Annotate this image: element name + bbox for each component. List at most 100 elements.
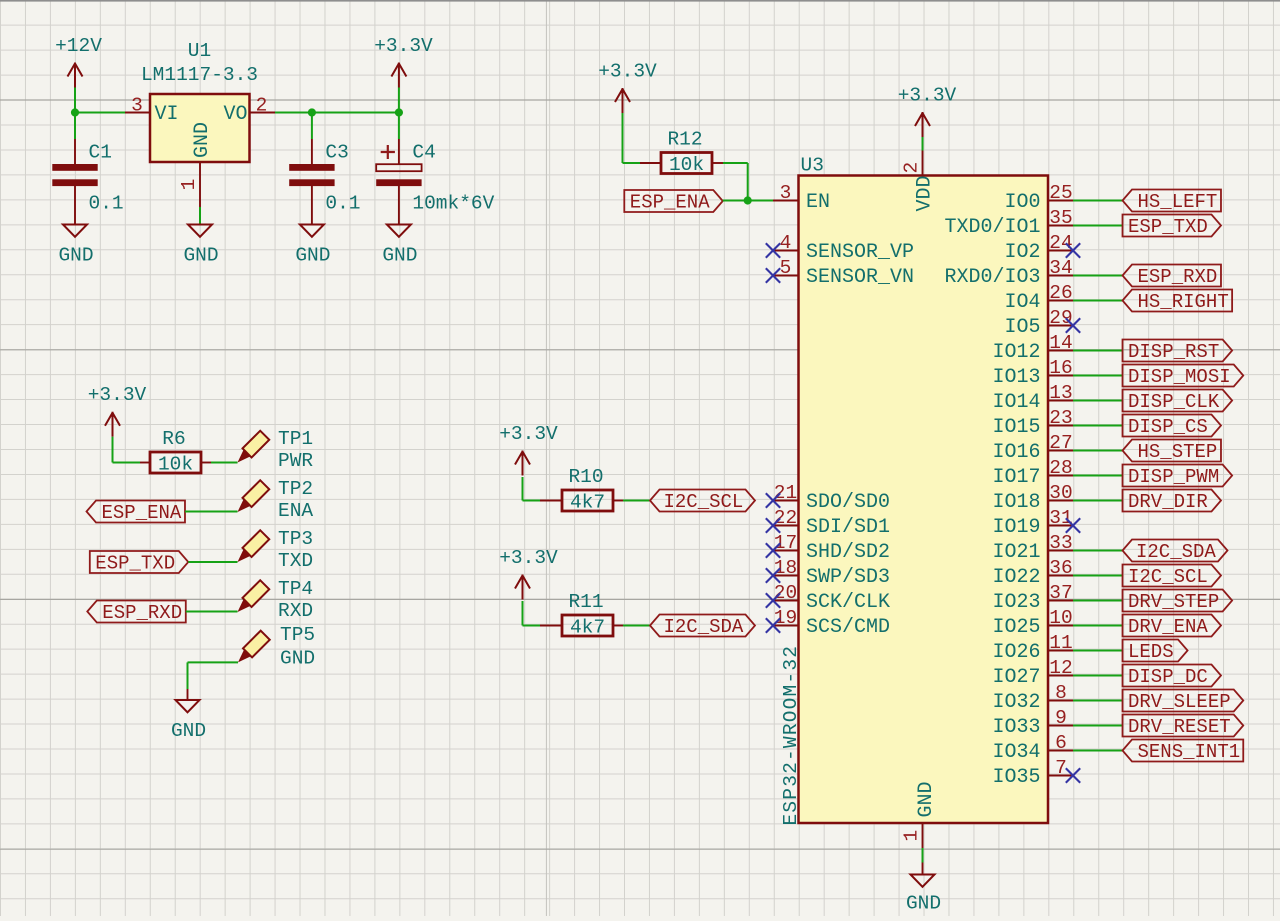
svg-text:4: 4 [780, 232, 792, 254]
svg-text:R11: R11 [568, 591, 603, 613]
svg-text:+12V: +12V [55, 35, 102, 57]
svg-text:GND: GND [280, 647, 315, 669]
svg-text:+3.3V: +3.3V [898, 85, 957, 107]
svg-text:IO16: IO16 [992, 441, 1040, 464]
svg-text:4k7: 4k7 [570, 491, 605, 513]
svg-text:R10: R10 [568, 466, 603, 488]
svg-text:TP5: TP5 [280, 624, 315, 646]
svg-text:GND: GND [58, 245, 93, 267]
svg-text:7: 7 [1055, 757, 1067, 779]
svg-text:DISP_RST: DISP_RST [1128, 341, 1219, 363]
svg-text:12: 12 [1049, 657, 1072, 679]
svg-text:SENS_INT1: SENS_INT1 [1138, 741, 1241, 763]
svg-text:SCS/CMD: SCS/CMD [806, 616, 890, 639]
svg-text:11: 11 [1049, 632, 1072, 654]
svg-text:C4: C4 [412, 141, 435, 163]
svg-text:IO12: IO12 [992, 341, 1040, 364]
svg-text:EN: EN [806, 191, 830, 214]
svg-text:SENSOR_VP: SENSOR_VP [806, 241, 914, 264]
svg-text:I2C_SCL: I2C_SCL [1128, 566, 1208, 588]
svg-text:0.1: 0.1 [89, 193, 124, 215]
svg-text:GND: GND [295, 245, 330, 267]
svg-text:TXD: TXD [278, 550, 313, 572]
svg-text:+3.3V: +3.3V [598, 61, 657, 83]
svg-text:+3.3V: +3.3V [499, 423, 558, 445]
svg-text:HS_RIGHT: HS_RIGHT [1138, 291, 1229, 313]
svg-text:26: 26 [1049, 282, 1072, 304]
svg-text:IO21: IO21 [992, 541, 1040, 564]
svg-text:36: 36 [1049, 557, 1072, 579]
svg-text:ESP32-WROOM-32: ESP32-WROOM-32 [780, 645, 802, 826]
svg-text:IO4: IO4 [1004, 291, 1040, 314]
svg-text:4k7: 4k7 [570, 616, 605, 638]
svg-text:IO19: IO19 [992, 516, 1040, 539]
svg-text:29: 29 [1049, 307, 1072, 329]
svg-text:IO18: IO18 [992, 491, 1040, 514]
svg-text:DRV_STEP: DRV_STEP [1128, 591, 1219, 613]
svg-text:2: 2 [256, 95, 268, 117]
svg-text:33: 33 [1049, 532, 1072, 554]
svg-text:3: 3 [780, 182, 792, 204]
svg-text:ESP_ENA: ESP_ENA [630, 192, 710, 214]
svg-text:6: 6 [1055, 732, 1067, 754]
svg-text:17: 17 [774, 532, 797, 554]
svg-text:1: 1 [901, 830, 923, 842]
svg-text:+3.3V: +3.3V [374, 35, 433, 57]
svg-text:10: 10 [1049, 607, 1072, 629]
svg-text:DISP_PWM: DISP_PWM [1128, 466, 1219, 488]
svg-text:0.1: 0.1 [325, 193, 360, 215]
svg-text:IO26: IO26 [992, 641, 1040, 664]
svg-text:DRV_ENA: DRV_ENA [1128, 616, 1208, 638]
svg-text:C3: C3 [325, 141, 348, 163]
svg-text:PWR: PWR [278, 450, 313, 472]
svg-text:IO2: IO2 [1004, 241, 1040, 264]
svg-text:U3: U3 [801, 155, 824, 177]
svg-text:23: 23 [1049, 407, 1072, 429]
svg-text:DISP_DC: DISP_DC [1128, 666, 1208, 688]
svg-text:LEDS: LEDS [1128, 641, 1174, 663]
svg-text:24: 24 [1049, 232, 1072, 254]
svg-text:20: 20 [774, 582, 797, 604]
svg-text:GND: GND [915, 781, 938, 817]
svg-text:R6: R6 [162, 428, 185, 450]
svg-text:VO: VO [223, 103, 247, 126]
svg-text:IO13: IO13 [992, 366, 1040, 389]
svg-text:IO0: IO0 [1004, 191, 1040, 214]
svg-text:37: 37 [1049, 582, 1072, 604]
svg-text:10k: 10k [158, 453, 193, 475]
svg-text:C1: C1 [89, 141, 112, 163]
svg-text:IO23: IO23 [992, 591, 1040, 614]
svg-text:2: 2 [901, 162, 923, 174]
svg-text:27: 27 [1049, 432, 1072, 454]
svg-text:8: 8 [1055, 682, 1067, 704]
svg-text:I2C_SDA: I2C_SDA [1136, 541, 1216, 563]
svg-text:GND: GND [171, 720, 206, 742]
svg-text:25: 25 [1049, 182, 1072, 204]
svg-text:HS_LEFT: HS_LEFT [1138, 191, 1218, 213]
svg-text:R12: R12 [667, 128, 702, 150]
svg-text:RXD: RXD [278, 600, 313, 622]
svg-text:TP3: TP3 [278, 528, 313, 550]
svg-text:IO17: IO17 [992, 466, 1040, 489]
svg-text:IO27: IO27 [992, 666, 1040, 689]
svg-text:ESP_TXD: ESP_TXD [95, 553, 175, 575]
svg-text:13: 13 [1049, 382, 1072, 404]
svg-text:IO5: IO5 [1004, 316, 1040, 339]
svg-text:ESP_RXD: ESP_RXD [102, 602, 182, 624]
svg-text:TXD0/IO1: TXD0/IO1 [944, 216, 1040, 239]
svg-text:35: 35 [1049, 207, 1072, 229]
svg-text:22: 22 [774, 507, 797, 529]
svg-text:IO34: IO34 [992, 741, 1040, 764]
svg-text:RXD0/IO3: RXD0/IO3 [944, 266, 1040, 289]
svg-text:ESP_TXD: ESP_TXD [1128, 216, 1208, 238]
svg-text:9: 9 [1055, 707, 1067, 729]
svg-text:ENA: ENA [278, 500, 313, 522]
svg-text:IO32: IO32 [992, 691, 1040, 714]
svg-text:TP2: TP2 [278, 478, 313, 500]
svg-text:TP4: TP4 [278, 578, 313, 600]
svg-text:1: 1 [178, 179, 200, 191]
svg-text:ESP_RXD: ESP_RXD [1138, 266, 1218, 288]
svg-text:+3.3V: +3.3V [499, 547, 558, 569]
svg-text:SCK/CLK: SCK/CLK [806, 591, 890, 614]
svg-text:SENSOR_VN: SENSOR_VN [806, 266, 914, 289]
